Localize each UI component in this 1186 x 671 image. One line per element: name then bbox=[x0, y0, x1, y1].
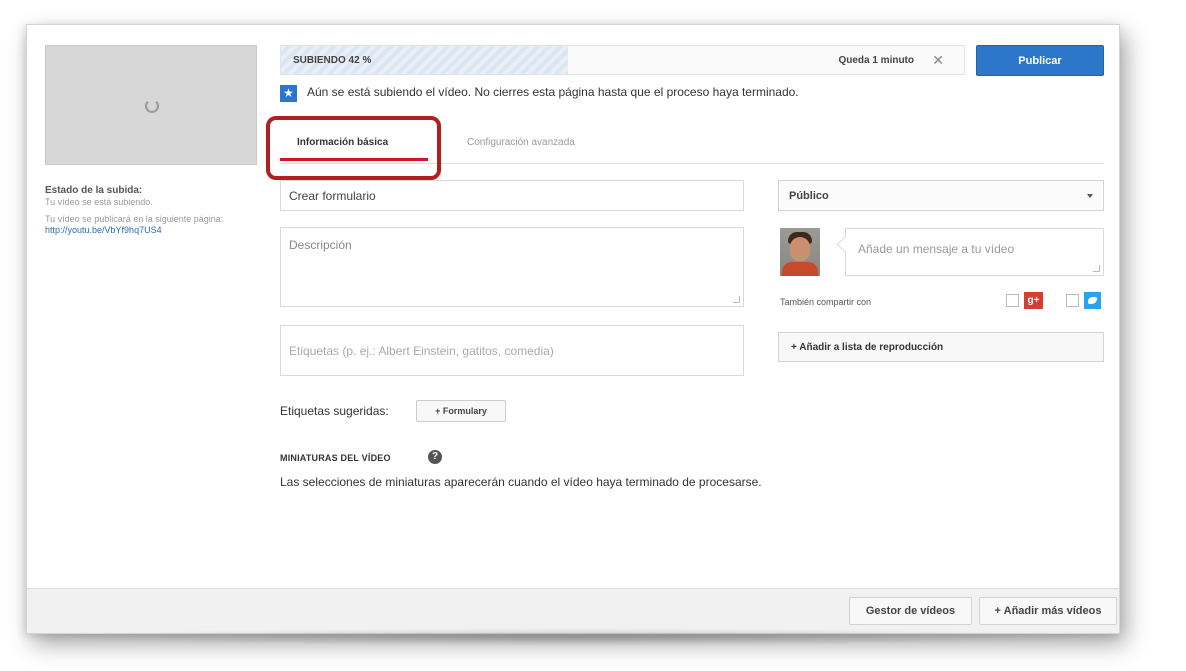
description-placeholder: Descripción bbox=[289, 238, 352, 252]
add-more-videos-button[interactable]: + Añadir más vídeos bbox=[979, 597, 1117, 625]
add-to-playlist-button[interactable]: + Añadir a lista de reproducción bbox=[778, 332, 1104, 362]
chevron-down-icon bbox=[1087, 194, 1093, 198]
cancel-upload-icon[interactable]: ✕ bbox=[932, 52, 944, 69]
resize-handle-icon[interactable] bbox=[733, 296, 740, 303]
thumbnails-title: MINIATURAS DEL VÍDEO bbox=[280, 453, 391, 463]
twitter-icon bbox=[1084, 292, 1101, 309]
publish-info: Tu vídeo se publicará en la siguiente pá… bbox=[45, 214, 255, 236]
tab-highlight-annotation bbox=[266, 116, 441, 180]
title-field[interactable]: Crear formulario bbox=[280, 180, 744, 211]
upload-status-title: Estado de la subida: bbox=[45, 185, 143, 196]
video-link[interactable]: http://youtu.be/VbYf9hq7US4 bbox=[45, 225, 162, 235]
share-message-placeholder: Añade un mensaje a tu vídeo bbox=[858, 242, 1015, 256]
thumbnails-text: Las selecciones de miniaturas aparecerán… bbox=[280, 475, 762, 489]
tags-field[interactable]: Etiquetas (p. ej.: Albert Einstein, gati… bbox=[280, 325, 744, 376]
video-manager-button[interactable]: Gestor de vídeos bbox=[849, 597, 972, 625]
progress-label: SUBIENDO 42 % bbox=[293, 55, 372, 66]
upload-status-panel: Estado de la subida: Tu vídeo se está su… bbox=[45, 185, 255, 236]
upload-progress-bar: SUBIENDO 42 % Queda 1 minuto ✕ bbox=[280, 45, 965, 75]
gplus-checkbox[interactable] bbox=[1006, 294, 1019, 307]
description-field[interactable]: Descripción bbox=[280, 227, 744, 307]
privacy-select[interactable]: Público bbox=[778, 180, 1104, 211]
suggested-tags-label: Etiquetas sugeridas: bbox=[280, 404, 389, 418]
upload-card: Estado de la subida: Tu vídeo se está su… bbox=[26, 24, 1120, 634]
share-message-input[interactable]: Añade un mensaje a tu vídeo bbox=[845, 228, 1104, 276]
footer-bar: Gestor de vídeos + Añadir más vídeos bbox=[27, 588, 1119, 633]
loading-spinner-icon bbox=[145, 99, 159, 113]
video-thumbnail-placeholder bbox=[45, 45, 257, 165]
google-plus-icon: g+ bbox=[1024, 292, 1043, 309]
privacy-value: Público bbox=[789, 190, 829, 202]
resize-handle-icon[interactable] bbox=[1093, 265, 1100, 272]
publish-button[interactable]: Publicar bbox=[976, 45, 1104, 76]
avatar bbox=[780, 228, 820, 276]
tab-advanced-settings[interactable]: Configuración avanzada bbox=[467, 137, 575, 148]
page-shadow bbox=[40, 628, 1110, 646]
star-icon: ★ bbox=[280, 85, 297, 102]
twitter-checkbox[interactable] bbox=[1066, 294, 1079, 307]
suggested-tag-chip[interactable]: + Formulary bbox=[416, 400, 506, 422]
publish-info-text: Tu vídeo se publicará en la siguiente pá… bbox=[45, 214, 224, 224]
upload-notice: ★ Aún se está subiendo el vídeo. No cier… bbox=[280, 83, 880, 115]
upload-status-text: Tu vídeo se está subiendo. bbox=[45, 197, 153, 207]
share-with-label: También compartir con bbox=[780, 297, 872, 307]
notice-text: Aún se está subiendo el vídeo. No cierre… bbox=[307, 85, 799, 99]
time-remaining: Queda 1 minuto bbox=[838, 55, 914, 66]
help-icon[interactable]: ? bbox=[428, 450, 442, 464]
